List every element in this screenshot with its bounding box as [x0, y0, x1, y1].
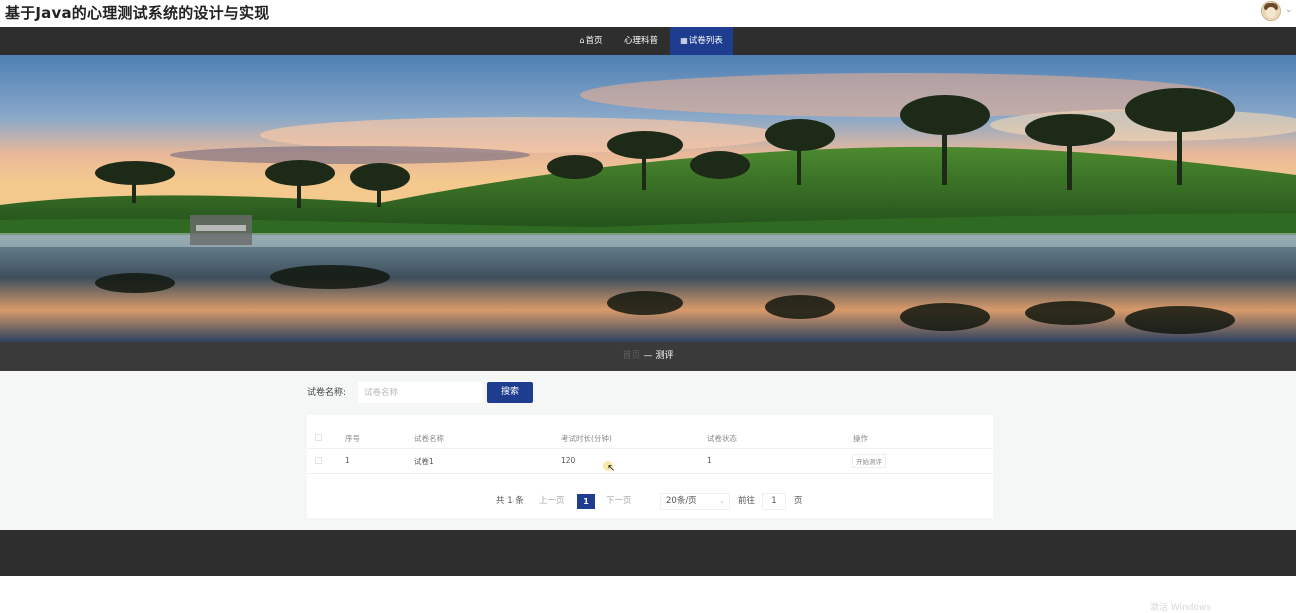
banner-image: [0, 55, 1296, 342]
select-all-checkbox[interactable]: [315, 434, 322, 441]
banner-landscape: [0, 55, 1296, 342]
breadcrumb-home[interactable]: 首页: [622, 351, 640, 361]
nav-item-exam-list[interactable]: ▦试卷列表: [670, 27, 733, 55]
header-divider: [307, 448, 993, 449]
chevron-down-icon: ⌄: [719, 497, 725, 505]
mouse-cursor-icon: ↖: [607, 463, 616, 474]
cell-duration: 120: [561, 456, 576, 465]
user-avatar[interactable]: [1261, 1, 1281, 21]
column-header-action: 操作: [853, 434, 868, 443]
pagination-prev-button[interactable]: 上一页: [539, 494, 565, 509]
cell-index: 1: [345, 456, 350, 465]
pagination-page-1[interactable]: 1: [577, 494, 595, 509]
page-size-select[interactable]: 20条/页 ⌄: [660, 493, 730, 510]
windows-watermark: 激活 Windows: [1150, 603, 1212, 613]
cell-name: 试卷1: [414, 457, 434, 466]
pagination-total: 共 1 条: [496, 496, 524, 506]
exam-table: 序号 试卷名称 考试时长(分钟) 试卷状态 操作 1 试卷1 120 1 开始测…: [307, 415, 993, 518]
breadcrumb-current: 测评: [655, 351, 674, 361]
pagination-page-suffix: 页: [794, 496, 803, 506]
main-nav: ⌂首页 心理科普 ▦试卷列表: [0, 27, 1296, 55]
row-checkbox[interactable]: [315, 457, 322, 464]
search-input[interactable]: [358, 382, 483, 403]
nav-psychology-label: 心理科普: [623, 36, 658, 46]
pagination-goto-input[interactable]: 1: [762, 493, 786, 510]
pagination-goto-label: 前往: [738, 496, 756, 506]
avatar-face: [1266, 7, 1276, 18]
nav-exam-list-label: 试卷列表: [688, 36, 723, 46]
column-header-duration: 考试时长(分钟): [561, 434, 612, 443]
row-divider: [307, 473, 993, 474]
search-button[interactable]: 搜索: [487, 382, 533, 403]
breadcrumb: 首页 — 测评: [0, 342, 1296, 371]
nav-home-label: 首页: [585, 36, 603, 46]
header-bar: 基于Java的心理测试系统的设计与实现 ⌄: [0, 0, 1296, 27]
column-header-index: 序号: [345, 434, 360, 443]
page-size-value: 20条/页: [666, 496, 697, 506]
column-header-name: 试卷名称: [414, 434, 444, 443]
home-icon: ⌂: [579, 36, 585, 45]
cell-status: 1: [707, 456, 712, 465]
start-test-button[interactable]: 开始测评: [852, 454, 886, 468]
pagination-next-button[interactable]: 下一页: [606, 494, 632, 509]
nav-item-home[interactable]: ⌂首页: [571, 27, 611, 55]
breadcrumb-separator: —: [643, 351, 653, 361]
search-label: 试卷名称:: [307, 388, 347, 398]
grid-icon: ▦: [680, 36, 688, 45]
site-title: 基于Java的心理测试系统的设计与实现: [5, 4, 270, 22]
footer: [0, 530, 1296, 576]
nav-item-psychology[interactable]: 心理科普: [618, 27, 664, 55]
main-content: 试卷名称: 搜索 序号 试卷名称 考试时长(分钟) 试卷状态 操作 1 试卷1 …: [0, 371, 1296, 530]
chevron-down-icon[interactable]: ⌄: [1285, 5, 1293, 15]
column-header-status: 试卷状态: [707, 434, 737, 443]
